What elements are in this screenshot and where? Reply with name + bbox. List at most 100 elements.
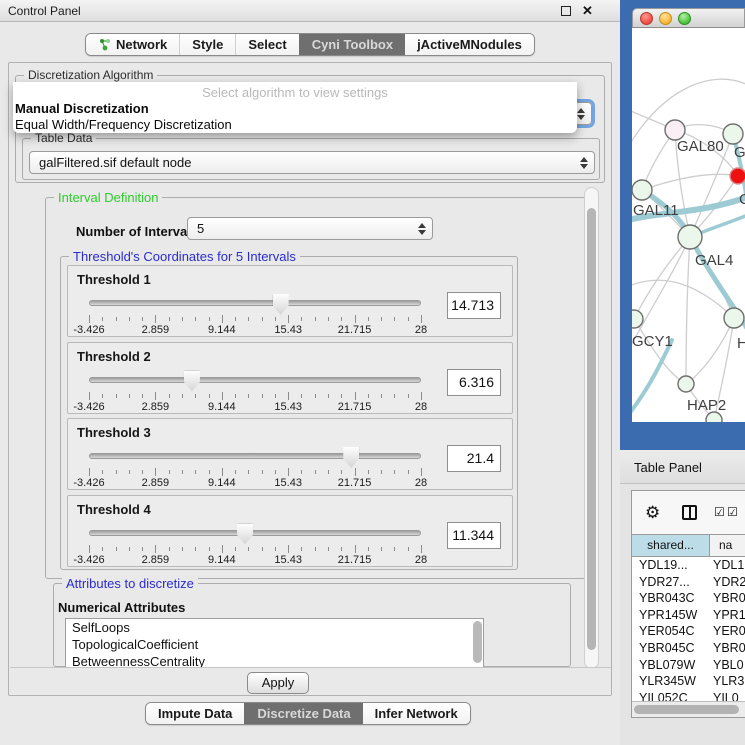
slider-track[interactable]: [89, 300, 421, 306]
tab-jactivemnodules[interactable]: jActiveMNodules: [405, 34, 534, 55]
tick-mark: [169, 470, 170, 474]
cell-shared-name: YLR345W: [632, 673, 710, 690]
tab-impute-data[interactable]: Impute Data: [146, 703, 244, 724]
tick-label: 9.144: [208, 401, 236, 413]
tick-label: -3.426: [73, 324, 104, 336]
close-traffic-light-icon[interactable]: [640, 12, 653, 25]
threshold-slider[interactable]: -3.4262.8599.14415.4321.71528: [89, 524, 421, 564]
tick-mark: [275, 547, 276, 551]
tick-mark: [182, 394, 183, 398]
threshold-slider[interactable]: -3.4262.8599.14415.4321.71528: [89, 447, 421, 487]
table-hscrollbar[interactable]: [632, 701, 745, 717]
attribute-list-item[interactable]: BetweennessCentrality: [66, 653, 483, 668]
apply-button[interactable]: Apply: [247, 672, 309, 694]
tick-mark: [116, 547, 117, 551]
tick-label: 21.715: [338, 554, 372, 566]
algorithm-option-manual-discretization[interactable]: Manual Discretization: [15, 101, 575, 117]
tick-mark: [142, 394, 143, 398]
threshold-value-field[interactable]: 6.316: [447, 369, 501, 396]
tick-mark: [235, 547, 236, 551]
slider-thumb-icon[interactable]: [184, 371, 200, 392]
slider-thumb-icon[interactable]: [237, 524, 253, 545]
table-row[interactable]: YDL19...YDL1: [632, 557, 745, 574]
attribute-list-item[interactable]: SelfLoops: [66, 619, 483, 636]
threshold-value-field[interactable]: 14.713: [447, 292, 501, 319]
algorithm-dropdown-popup: Select algorithm to view settings Manual…: [13, 82, 577, 133]
table-row[interactable]: YBR043CYBR0: [632, 590, 745, 607]
tick-label: 15.43: [274, 401, 302, 413]
table-hscrollbar-thumb[interactable]: [634, 705, 739, 714]
table-row[interactable]: YDR27...YDR2: [632, 574, 745, 591]
tick-mark: [381, 394, 382, 398]
table-row[interactable]: YIL052CYIL0: [632, 690, 745, 701]
tab-infer-network[interactable]: Infer Network: [363, 703, 470, 724]
threshold-label: Threshold 1: [77, 272, 151, 287]
attributes-scrollbar[interactable]: [473, 621, 482, 663]
gear-icon[interactable]: ⚙: [645, 504, 660, 521]
table-row[interactable]: YER054CYER0: [632, 623, 745, 640]
network-canvas[interactable]: GAL80GAL11GAL4GCY1HAP2GACH: [632, 28, 745, 422]
threshold-value-field[interactable]: 11.344: [447, 522, 501, 549]
number-of-intervals-combobox[interactable]: 5: [187, 217, 433, 240]
tab-cyni-toolbox[interactable]: Cyni Toolbox: [299, 34, 405, 55]
tick-mark: [275, 470, 276, 474]
threshold-slider[interactable]: -3.4262.8599.14415.4321.71528: [89, 294, 421, 334]
slider-track[interactable]: [89, 377, 421, 383]
zoom-traffic-light-icon[interactable]: [678, 12, 691, 25]
minimize-traffic-light-icon[interactable]: [659, 12, 672, 25]
network-window-frame[interactable]: GAL80GAL11GAL4GCY1HAP2GACH: [620, 0, 745, 450]
threshold-slider[interactable]: -3.4262.8599.14415.4321.71528: [89, 371, 421, 411]
tick-mark: [235, 317, 236, 321]
slider-track[interactable]: [89, 530, 421, 536]
tick-mark: [195, 394, 196, 398]
cell-shared-name: YDR27...: [632, 574, 710, 591]
tick-mark: [102, 470, 103, 474]
checkbox-icon[interactable]: ☑: [714, 506, 725, 518]
tick-mark: [301, 394, 302, 398]
checkbox-icon[interactable]: ☑: [727, 506, 738, 518]
algorithm-option-equal-width-frequency-discretization[interactable]: Equal Width/Frequency Discretization: [15, 117, 575, 133]
tick-label: -3.426: [73, 477, 104, 489]
table-row[interactable]: YPR145WYPR1: [632, 607, 745, 624]
panel-scrollbar-thumb[interactable]: [587, 208, 596, 650]
threshold-value-field[interactable]: 21.4: [447, 445, 501, 472]
network-window-titlebar[interactable]: [632, 8, 745, 28]
table-data-combobox[interactable]: galFiltered.sif default node: [29, 151, 595, 174]
slider-thumb-icon[interactable]: [273, 294, 289, 315]
table-row[interactable]: YBR045CYBR0: [632, 640, 745, 657]
tab-label: Impute Data: [158, 703, 232, 724]
tick-mark: [341, 547, 342, 551]
tick-mark: [248, 394, 249, 398]
close-icon[interactable]: ✕: [582, 3, 593, 19]
tab-network[interactable]: Network: [86, 34, 179, 55]
table-data-value: galFiltered.sif default node: [39, 155, 191, 170]
slider-thumb-icon[interactable]: [343, 447, 359, 468]
tick-mark: [394, 394, 395, 398]
table-panel-titlebar: Table Panel: [620, 450, 745, 484]
attribute-list-item[interactable]: TopologicalCoefficient: [66, 636, 483, 653]
table-row[interactable]: YBL079WYBL0: [632, 657, 745, 674]
tick-mark: [129, 547, 130, 551]
tick-mark: [182, 547, 183, 551]
tick-mark: [408, 547, 409, 551]
tab-discretize-data[interactable]: Discretize Data: [244, 703, 362, 724]
algorithm-group-title: Discretization Algorithm: [24, 68, 157, 82]
numerical-attributes-list[interactable]: SelfLoopsTopologicalCoefficientBetweenne…: [65, 618, 484, 668]
tick-mark: [182, 317, 183, 321]
column-header-shared-name[interactable]: shared...: [632, 535, 710, 556]
column-header-name[interactable]: na: [710, 535, 745, 556]
table-row[interactable]: YLR345WYLR3: [632, 673, 745, 690]
threshold-panel: Threshold 1 -3.4262.8599.14415.4321.71528…: [67, 265, 513, 337]
tick-mark: [129, 470, 130, 474]
threshold-panel: Threshold 2-3.4262.8599.14415.4321.71528…: [67, 342, 513, 414]
float-window-icon[interactable]: [561, 6, 571, 16]
tick-mark: [142, 547, 143, 551]
split-view-icon[interactable]: [682, 505, 697, 520]
slider-track[interactable]: [89, 453, 421, 459]
tick-mark: [368, 470, 369, 474]
tab-select[interactable]: Select: [235, 34, 298, 55]
panel-scrollbar[interactable]: [584, 187, 599, 669]
tab-style[interactable]: Style: [179, 34, 235, 55]
cell-shared-name: YBR043C: [632, 590, 710, 607]
numerical-attributes-heading: Numerical Attributes: [58, 600, 185, 615]
